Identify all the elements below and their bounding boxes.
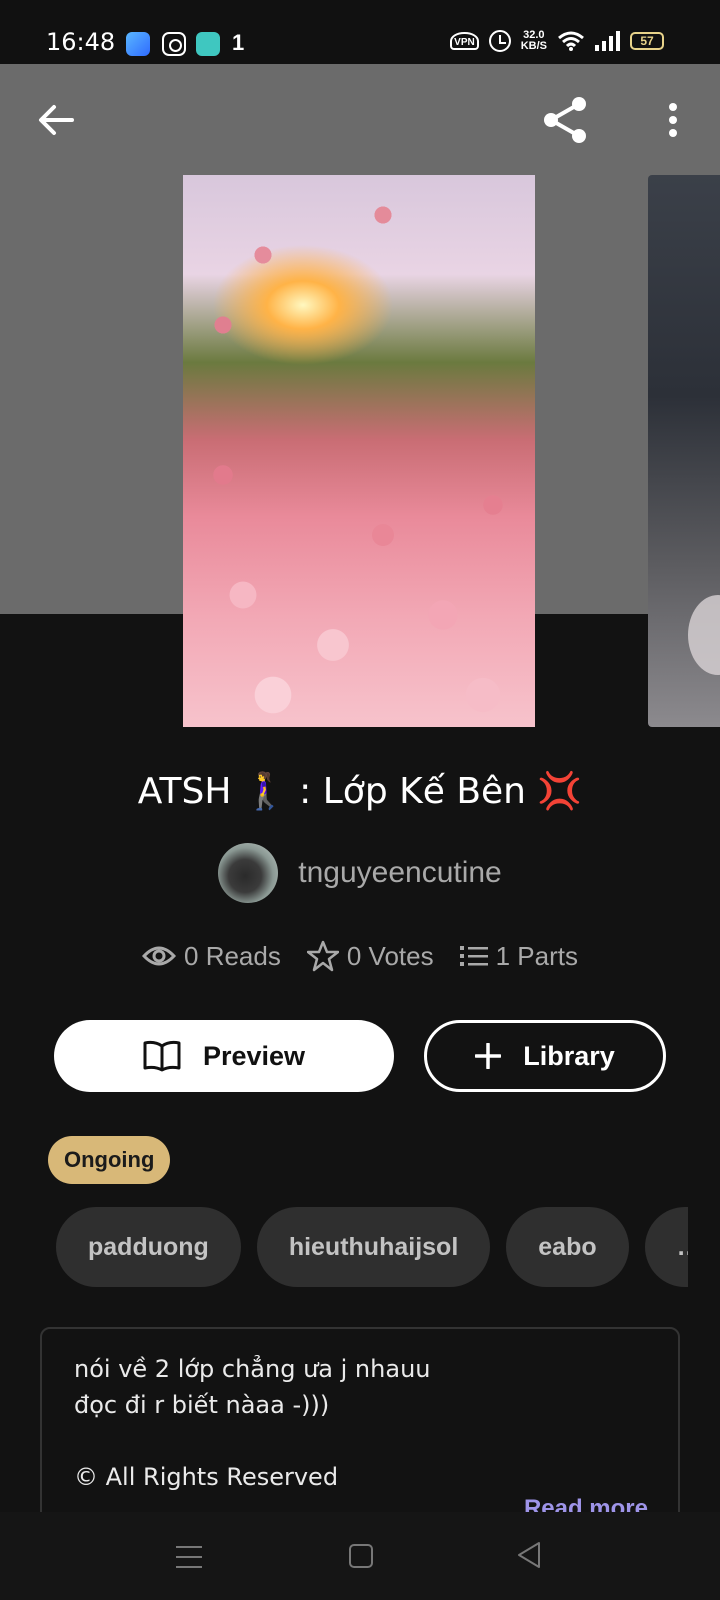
more-vertical-icon: [669, 103, 677, 137]
story-stats: 0 Reads 0 Votes 1 Parts: [0, 940, 720, 972]
instagram-icon: [162, 32, 186, 56]
more-options-button[interactable]: [645, 92, 701, 148]
plus-icon: [475, 1043, 502, 1069]
share-icon: [544, 97, 586, 143]
status-icons: VPN 32.0 KB/S 57: [450, 30, 664, 52]
parts-stat: 1 Parts: [459, 941, 578, 972]
home-button[interactable]: [349, 1544, 373, 1568]
app-notification-icon: [126, 32, 150, 56]
share-button[interactable]: [538, 92, 594, 148]
status-badge: Ongoing: [48, 1136, 171, 1184]
tag-item[interactable]: hieuthuhaijsol: [256, 1207, 491, 1287]
signal-icon: [595, 31, 620, 51]
author-row[interactable]: tnguyeencutine: [0, 843, 720, 903]
add-to-library-button[interactable]: Library: [424, 1020, 666, 1092]
author-avatar[interactable]: [218, 843, 279, 903]
book-icon: [143, 1040, 181, 1072]
alarm-icon: [488, 30, 511, 52]
status-bar: 16:48 1 VPN 32.0 KB/S 57: [0, 0, 720, 64]
battery-icon: 57: [630, 32, 664, 50]
list-icon: [459, 946, 488, 966]
tag-list[interactable]: padduong hieuthuhaijsol eabo …: [56, 1207, 688, 1287]
tag-item[interactable]: …: [644, 1207, 688, 1287]
tag-item[interactable]: padduong: [56, 1207, 241, 1287]
notification-count: 1: [232, 30, 245, 55]
author-name[interactable]: tnguyeencutine: [298, 856, 502, 890]
reads-stat: 0 Reads: [142, 941, 281, 972]
eye-icon: [142, 946, 177, 966]
votes-stat: 0 Votes: [306, 940, 434, 972]
preview-button[interactable]: Preview: [54, 1020, 394, 1092]
story-cover[interactable]: [183, 175, 535, 727]
recent-apps-button[interactable]: [176, 1546, 202, 1568]
description-text: nói về 2 lớp chẳng ưa j nhauu đọc đi r b…: [74, 1355, 431, 1491]
cover-image: [183, 175, 535, 727]
next-story-cover[interactable]: [648, 175, 720, 727]
tag-item[interactable]: eabo: [506, 1207, 629, 1287]
arrow-left-icon: [39, 105, 74, 135]
star-icon: [306, 940, 339, 972]
network-speed: 32.0 KB/S: [520, 29, 547, 52]
wifi-icon: [558, 31, 584, 51]
status-time: 16:48: [46, 28, 116, 56]
back-button[interactable]: [28, 92, 84, 148]
nav-back-icon[interactable]: [515, 1540, 543, 1570]
app-notification-icon-2: [196, 32, 220, 56]
vpn-icon: VPN: [450, 32, 479, 50]
system-nav-bar: [0, 1512, 720, 1600]
story-title: ATSH 🚶‍♀️ : Lớp Kế Bên 💢: [137, 771, 583, 812]
